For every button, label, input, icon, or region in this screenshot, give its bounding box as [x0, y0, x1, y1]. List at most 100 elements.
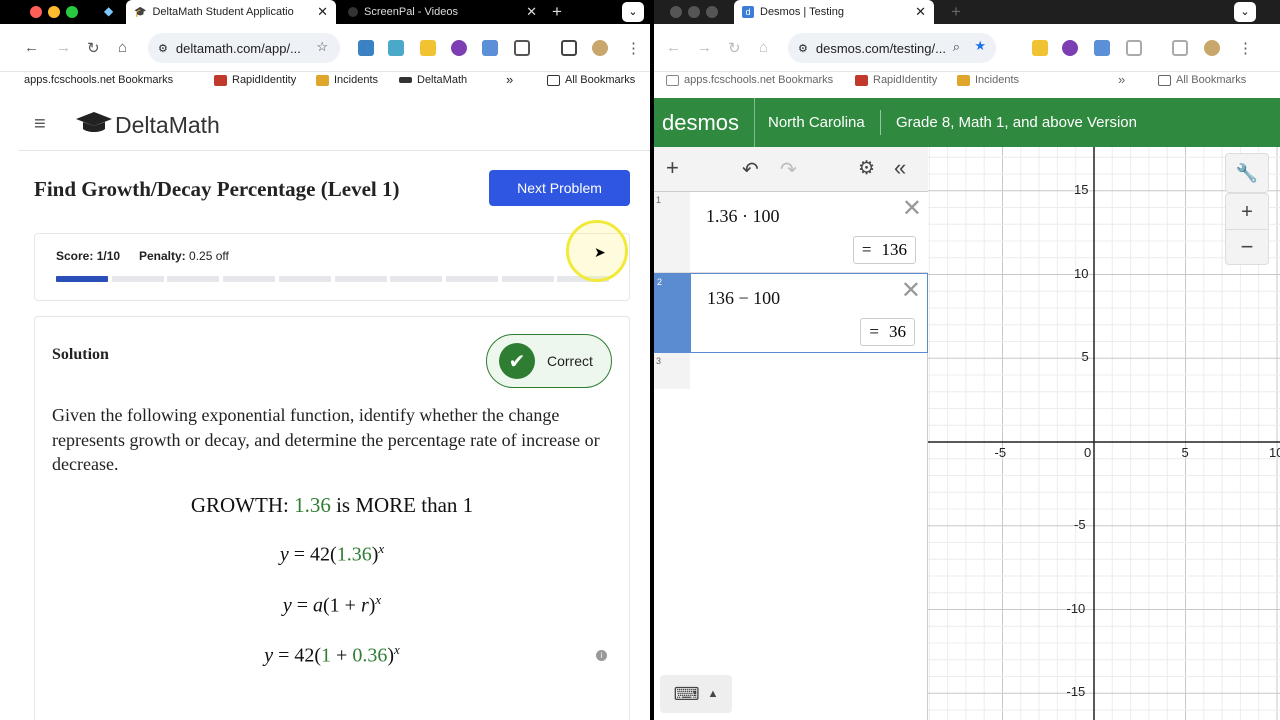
extension-icon[interactable]	[1094, 40, 1110, 56]
side-panel-icon[interactable]	[1172, 40, 1188, 56]
equation-3: y = 42(1 + 0.36)x	[264, 642, 400, 667]
site-info-icon[interactable]: ⚙	[158, 42, 168, 55]
gem-icon[interactable]: ◆	[104, 4, 113, 18]
tab-deltamath[interactable]: 🎓 DeltaMath Student Applicatio ✕	[126, 0, 336, 24]
expression-row[interactable]: 1 1.36 · 100 ✕ = 136	[654, 192, 928, 273]
maximize-window-dot[interactable]	[706, 6, 718, 18]
extensions-puzzle-icon[interactable]	[1126, 40, 1142, 56]
address-bar[interactable]: ⚙ desmos.com/testing/... ⌕ ★	[788, 33, 996, 63]
tab-desmos[interactable]: d Desmos | Testing ✕	[734, 0, 934, 24]
progress-segment	[167, 276, 220, 282]
redo-icon[interactable]: ↷	[780, 157, 797, 182]
maximize-window-dot[interactable]	[66, 6, 78, 18]
expression-row-active[interactable]: 2 136 − 100 ✕ = 36	[654, 273, 928, 353]
zoom-icon[interactable]: ⌕	[953, 39, 960, 55]
tab-screenpal[interactable]: ScreenPal - Videos ✕	[340, 0, 545, 24]
new-tab-icon[interactable]: +	[951, 2, 961, 22]
extension-icon[interactable]	[482, 40, 498, 56]
all-bookmarks[interactable]: All Bookmarks	[547, 74, 635, 86]
y-tick-label: -10	[1066, 600, 1086, 616]
bookmark-item[interactable]: apps.fcschools.net Bookmarks	[666, 74, 833, 86]
graph-paper[interactable]: -10-5051015105-5-10-15 🔧 + −	[928, 147, 1280, 720]
forward-icon[interactable]: →	[697, 39, 712, 56]
address-bar[interactable]: ⚙ deltamath.com/app/... ☆	[148, 33, 340, 63]
bookmark-item[interactable]: RapidIdentity	[214, 74, 296, 86]
side-panel-icon[interactable]	[561, 40, 577, 56]
expression-result: = 36	[860, 318, 915, 346]
expression-row-empty[interactable]: 3	[654, 353, 928, 389]
solution-panel: Solution ✔ Correct Given the following e…	[34, 316, 630, 720]
zoom-out-icon[interactable]: −	[1226, 230, 1268, 265]
bookmark-item[interactable]: Incidents	[316, 74, 378, 86]
extension-icon[interactable]	[1032, 40, 1048, 56]
minimize-window-dot[interactable]	[688, 6, 700, 18]
graduation-cap-icon	[76, 112, 112, 132]
back-icon[interactable]: ←	[24, 39, 39, 56]
reload-icon[interactable]: ↻	[728, 39, 741, 57]
desmos-browser-window: d Desmos | Testing ✕ + ⌄ ← → ↻ ⌂ ⚙ desmo…	[654, 0, 1280, 720]
bookmark-item[interactable]: DeltaMath	[399, 74, 467, 86]
bookmark-item[interactable]: apps.fcschools.net Bookmarks	[24, 74, 173, 86]
growth-value: 1.36	[294, 493, 331, 517]
desmos-tab-icon: d	[742, 6, 754, 18]
progress-segment	[223, 276, 276, 282]
next-problem-button[interactable]: Next Problem	[489, 170, 630, 206]
menu-icon[interactable]: ⋮	[626, 39, 641, 57]
info-icon[interactable]: i	[596, 650, 607, 661]
forward-icon[interactable]: →	[56, 39, 71, 56]
close-tab-icon[interactable]: ✕	[526, 4, 537, 20]
profile-avatar[interactable]	[592, 40, 608, 56]
bookmark-star-icon[interactable]: ☆	[316, 39, 328, 55]
bookmark-label: apps.fcschools.net Bookmarks	[684, 74, 834, 86]
menu-icon[interactable]: ⋮	[1238, 39, 1253, 57]
close-window-dot[interactable]	[670, 6, 682, 18]
zoom-in-icon[interactable]: +	[1226, 194, 1268, 230]
eq3-a: 42	[294, 644, 315, 667]
extension-icon[interactable]	[388, 40, 404, 56]
reload-icon[interactable]: ↻	[87, 39, 100, 57]
site-info-icon[interactable]: ⚙	[798, 42, 808, 55]
extension-icon[interactable]	[420, 40, 436, 56]
collapse-list-icon[interactable]: «	[894, 155, 906, 181]
profile-avatar[interactable]	[1204, 40, 1220, 56]
home-icon[interactable]: ⌂	[118, 39, 127, 56]
y-tick-label: 5	[1081, 349, 1089, 365]
expression-input[interactable]: 1.36 · 100	[706, 206, 780, 227]
home-icon[interactable]: ⌂	[759, 39, 768, 56]
add-item-icon[interactable]: +	[666, 155, 679, 181]
k-extension-icon[interactable]	[451, 40, 467, 56]
graph-settings-wrench-icon[interactable]: 🔧	[1225, 153, 1269, 193]
bookmark-star-icon[interactable]: ★	[974, 38, 986, 54]
all-bookmarks[interactable]: All Bookmarks	[1158, 74, 1246, 86]
tab-search-icon[interactable]: ⌄	[1234, 2, 1256, 22]
close-window-dot[interactable]	[30, 6, 42, 18]
close-tab-icon[interactable]: ✕	[317, 4, 328, 20]
check-icon: ✔	[499, 343, 535, 379]
settings-gear-icon[interactable]: ⚙	[858, 157, 875, 180]
extensions-puzzle-icon[interactable]	[514, 40, 530, 56]
tab-search-icon[interactable]: ⌄	[622, 2, 644, 22]
bookmark-item[interactable]: Incidents	[957, 74, 1019, 86]
delete-expression-icon[interactable]: ✕	[902, 194, 922, 223]
expression-input[interactable]: 136 − 100	[707, 288, 780, 309]
equation-2: y = a(1 + r)x	[282, 592, 382, 617]
new-tab-icon[interactable]: +	[552, 2, 562, 22]
penalty-value: 0.25 off	[189, 249, 229, 263]
bookmark-item[interactable]: RapidIdentity	[855, 74, 937, 86]
deltamath-logo[interactable]: DeltaMath	[115, 112, 220, 139]
close-tab-icon[interactable]: ✕	[915, 4, 926, 20]
k-extension-icon[interactable]	[1062, 40, 1078, 56]
back-icon[interactable]: ←	[666, 39, 681, 56]
incidents-icon	[316, 74, 329, 86]
minimize-window-dot[interactable]	[48, 6, 60, 18]
deltamath-header: ≡ DeltaMath	[18, 93, 650, 151]
desmos-logo[interactable]: desmos	[662, 110, 739, 136]
delete-expression-icon[interactable]: ✕	[901, 276, 921, 305]
extension-icon[interactable]	[358, 40, 374, 56]
y-tick-label: 15	[1074, 181, 1089, 197]
undo-icon[interactable]: ↶	[742, 157, 759, 182]
keypad-toggle-button[interactable]: ⌨ ▲	[660, 675, 732, 713]
bookmarks-overflow[interactable]: »	[506, 72, 513, 87]
hamburger-menu-icon[interactable]: ≡	[34, 113, 46, 136]
bookmarks-overflow[interactable]: »	[1118, 72, 1125, 87]
